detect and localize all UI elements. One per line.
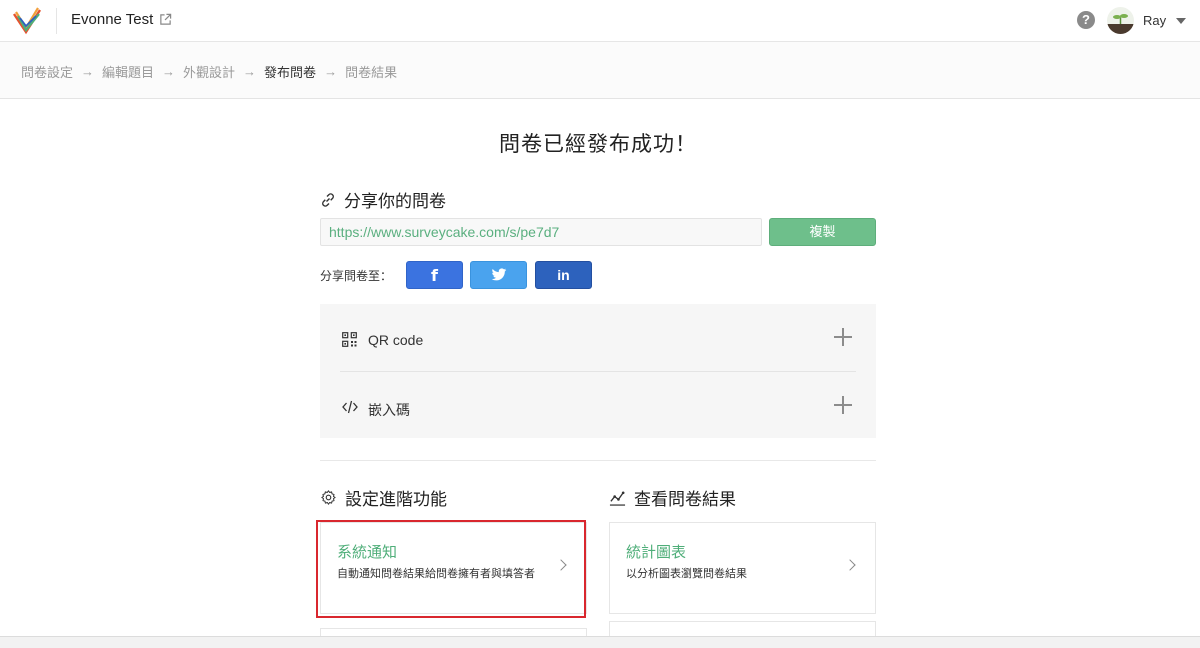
- share-section-title: 分享你的問卷: [320, 187, 446, 212]
- share-twitter-button[interactable]: [470, 261, 527, 289]
- accordion-qr-code[interactable]: QR code: [320, 304, 876, 370]
- user-name[interactable]: Ray: [1143, 13, 1166, 28]
- external-link-icon[interactable]: [159, 13, 172, 26]
- system-notification-card[interactable]: 系統通知 自動通知問卷結果給問卷擁有者與填答者: [320, 522, 587, 614]
- qr-code-icon: [342, 332, 357, 347]
- step-publish[interactable]: 發布問卷: [264, 62, 316, 81]
- share-title-text: 分享你的問卷: [344, 192, 446, 211]
- accordion-embed-code[interactable]: 嵌入碼: [320, 372, 876, 438]
- gear-icon: [321, 490, 336, 505]
- code-icon: [342, 400, 358, 414]
- card-title: 統計圖表: [626, 544, 687, 561]
- breadcrumb-arrow-icon: →: [243, 64, 257, 79]
- accordion-label: QR code: [368, 332, 424, 348]
- step-edit-questions[interactable]: 編輯題目: [102, 62, 154, 81]
- section-divider: [320, 460, 876, 461]
- breadcrumb-arrow-icon: →: [81, 64, 95, 79]
- results-title-text: 查看問卷結果: [634, 490, 736, 509]
- help-icon[interactable]: ?: [1077, 11, 1095, 29]
- avatar-plant-icon: [1107, 14, 1134, 34]
- facebook-icon: f: [431, 265, 438, 285]
- advanced-section-title: 設定進階功能: [320, 485, 447, 510]
- header-divider: [56, 8, 57, 34]
- chevron-right-icon: [844, 559, 856, 571]
- share-to-label: 分享問卷至：: [320, 269, 393, 283]
- step-appearance[interactable]: 外觀設計: [183, 62, 235, 81]
- top-header: Evonne Test ? Ray: [0, 0, 1200, 42]
- step-results[interactable]: 問卷結果: [345, 62, 397, 81]
- chevron-right-icon: [555, 559, 567, 571]
- chart-line-icon: [609, 491, 626, 506]
- share-linkedin-button[interactable]: in: [535, 261, 592, 289]
- avatar[interactable]: [1107, 7, 1134, 34]
- step-survey-settings[interactable]: 問卷設定: [21, 62, 73, 81]
- step-breadcrumb-bar: 問卷設定 → 編輯題目 → 外觀設計 → 發布問卷 → 問卷結果: [0, 42, 1200, 99]
- card-description: 自動通知問卷結果給問卷擁有者與填答者: [337, 568, 535, 580]
- expand-plus-icon[interactable]: [834, 328, 852, 346]
- linkedin-icon: in: [557, 267, 570, 283]
- card-description: 以分析圖表瀏覽問卷結果: [626, 568, 747, 580]
- twitter-icon: [491, 268, 506, 281]
- advanced-title-text: 設定進階功能: [345, 490, 447, 509]
- user-menu-caret-icon[interactable]: [1176, 18, 1186, 24]
- survey-url-field[interactable]: https://www.surveycake.com/s/pe7d7: [320, 218, 762, 246]
- card-title: 系統通知: [337, 544, 398, 561]
- results-section-title: 查看問卷結果: [609, 485, 736, 510]
- page-title: 問卷已經發布成功！: [499, 133, 697, 156]
- expand-plus-icon[interactable]: [834, 396, 852, 414]
- copy-button[interactable]: 複製: [769, 218, 876, 246]
- breadcrumb-arrow-icon: →: [324, 64, 338, 79]
- breadcrumb-arrow-icon: →: [162, 64, 176, 79]
- breadcrumb: 問卷設定 → 編輯題目 → 外觀設計 → 發布問卷 → 問卷結果: [21, 62, 397, 81]
- accordion-label: 嵌入碼: [368, 402, 410, 418]
- link-icon: [322, 192, 334, 207]
- bottom-scroll-edge: [0, 636, 1200, 648]
- statistics-chart-card[interactable]: 統計圖表 以分析圖表瀏覽問卷結果: [609, 522, 876, 614]
- share-facebook-button[interactable]: f: [406, 261, 463, 289]
- project-title: Evonne Test: [71, 11, 154, 28]
- surveycake-logo-icon[interactable]: [12, 6, 42, 36]
- share-options-accordion: QR code 嵌入碼: [320, 304, 876, 438]
